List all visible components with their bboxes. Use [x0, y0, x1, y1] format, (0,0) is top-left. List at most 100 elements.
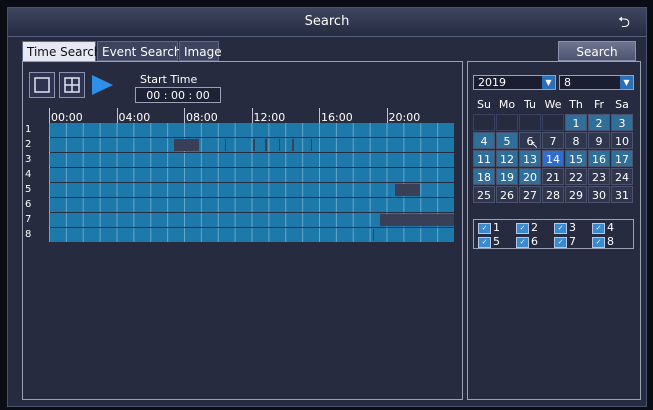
channel-checkbox-label: 2	[531, 221, 538, 234]
channel-checkbox-label: 3	[569, 221, 576, 234]
recording-segment[interactable]	[373, 229, 374, 241]
tab-image[interactable]: Image	[179, 41, 222, 61]
checkbox-checked-icon: ✓	[478, 222, 491, 234]
timeline-row[interactable]: 4	[23, 168, 461, 182]
timeline-row[interactable]: 2	[23, 138, 461, 152]
calendar-day[interactable]: 7	[542, 132, 564, 149]
timeline-row[interactable]: 1	[23, 123, 461, 137]
channel-checkbox[interactable]: ✓ 7	[554, 235, 594, 249]
calendar-day[interactable]: 13	[519, 150, 541, 167]
calendar-day[interactable]: 18	[473, 168, 495, 185]
tab-time-search[interactable]: Time Search	[22, 41, 101, 62]
channel-checkbox[interactable]: ✓ 3	[554, 221, 594, 235]
recording-segment[interactable]	[278, 139, 281, 151]
checkbox-checked-icon: ✓	[478, 236, 491, 248]
month-value: 8	[564, 76, 571, 89]
calendar-day[interactable]: 24	[611, 168, 633, 185]
timeline-cells[interactable]	[49, 138, 454, 152]
tab-label: Time Search	[27, 45, 102, 59]
weekday-header: We	[544, 98, 562, 111]
recording-segment[interactable]	[173, 139, 200, 151]
timeline-row[interactable]: 6	[23, 198, 461, 212]
chevron-down-icon: ▼	[620, 76, 633, 89]
calendar-day[interactable]: 31	[611, 186, 633, 203]
calendar-day[interactable]: 9	[588, 132, 610, 149]
calendar-day[interactable]: 12	[496, 150, 518, 167]
recording-segment[interactable]	[394, 184, 421, 196]
calendar-day[interactable]: 25	[473, 186, 495, 203]
channel-checkbox[interactable]: ✓ 1	[478, 221, 518, 235]
recording-segment[interactable]	[292, 139, 294, 151]
search-button[interactable]: Search	[558, 41, 636, 61]
timeline-cells[interactable]	[49, 213, 454, 227]
calendar-day[interactable]: 20	[519, 168, 541, 185]
channel-number: 5	[25, 184, 32, 195]
channel-number: 2	[25, 139, 32, 150]
quad-view-icon	[64, 77, 80, 93]
timeline-row[interactable]: 8	[23, 228, 461, 242]
play-button[interactable]	[89, 72, 115, 98]
calendar-day[interactable]: 1	[565, 114, 587, 131]
window-title: Search	[304, 14, 350, 29]
recording-segment[interactable]	[379, 214, 454, 226]
channel-checkbox[interactable]: ✓ 2	[516, 221, 556, 235]
back-button[interactable]: ⮌	[612, 11, 636, 33]
timeline-cells[interactable]	[49, 228, 454, 242]
channel-checkbox[interactable]: ✓ 5	[478, 235, 518, 249]
month-select[interactable]: 8 ▼	[559, 75, 634, 90]
weekday-header: Mo	[498, 98, 516, 111]
timeline-cells[interactable]	[49, 198, 454, 212]
calendar-day[interactable]: 21	[542, 168, 564, 185]
start-time-input[interactable]: 00 : 00 : 00	[135, 87, 221, 103]
calendar-day[interactable]: 30	[588, 186, 610, 203]
channel-checkbox[interactable]: ✓ 8	[592, 235, 632, 249]
timeline-cells[interactable]	[49, 153, 454, 167]
timeline-cells[interactable]	[49, 183, 454, 197]
calendar-empty-cell	[542, 114, 564, 131]
calendar-day[interactable]: 19	[496, 168, 518, 185]
calendar-day[interactable]: 27	[519, 186, 541, 203]
timeline-cells[interactable]	[49, 168, 454, 182]
calendar-day[interactable]: 22	[565, 168, 587, 185]
timeline-row[interactable]: 3	[23, 153, 461, 167]
calendar-day[interactable]: 5	[496, 132, 518, 149]
calendar-day[interactable]: 17	[611, 150, 633, 167]
timeline-row[interactable]: 5	[23, 183, 461, 197]
calendar-day[interactable]: 6	[519, 132, 541, 154]
tab-event-search[interactable]: Event Search	[97, 41, 181, 61]
calendar-day[interactable]: 23	[588, 168, 610, 185]
single-view-button[interactable]	[29, 72, 55, 98]
recording-segment[interactable]	[224, 139, 227, 151]
calendar-day[interactable]: 14	[542, 150, 564, 167]
year-value: 2019	[478, 76, 506, 89]
hour-tick	[319, 108, 320, 123]
calendar-day[interactable]: 16	[588, 150, 610, 167]
recording-segment[interactable]	[253, 139, 255, 151]
recording-segment[interactable]	[310, 139, 313, 151]
calendar-day[interactable]: 15	[565, 150, 587, 167]
calendar-day[interactable]: 29	[565, 186, 587, 203]
calendar-day[interactable]: 2	[588, 114, 610, 131]
channel-checkbox-label: 6	[531, 235, 538, 248]
checkbox-checked-icon: ✓	[516, 222, 529, 234]
timeline-cells[interactable]	[49, 123, 454, 137]
calendar-day[interactable]: 26	[496, 186, 518, 203]
year-select[interactable]: 2019 ▼	[473, 75, 556, 90]
channel-checkbox[interactable]: ✓ 6	[516, 235, 556, 249]
hour-tick	[184, 108, 185, 123]
checkbox-checked-icon: ✓	[592, 222, 605, 234]
quad-view-button[interactable]	[59, 72, 85, 98]
timeline-row[interactable]: 7	[23, 213, 461, 227]
channel-checkbox-label: 4	[607, 221, 614, 234]
calendar-day[interactable]: 28	[542, 186, 564, 203]
calendar-day[interactable]: 3	[611, 114, 633, 131]
calendar-day[interactable]: 11	[473, 150, 495, 167]
calendar-day[interactable]: 4	[473, 132, 495, 149]
calendar-day[interactable]: 8	[565, 132, 587, 149]
recording-segment[interactable]	[265, 139, 267, 151]
calendar-day[interactable]: 10	[611, 132, 633, 149]
channel-checkbox[interactable]: ✓ 4	[592, 221, 632, 235]
calendar-empty-cell	[496, 114, 518, 131]
channel-checkbox-label: 5	[493, 235, 500, 248]
calendar-empty-cell	[519, 114, 541, 131]
